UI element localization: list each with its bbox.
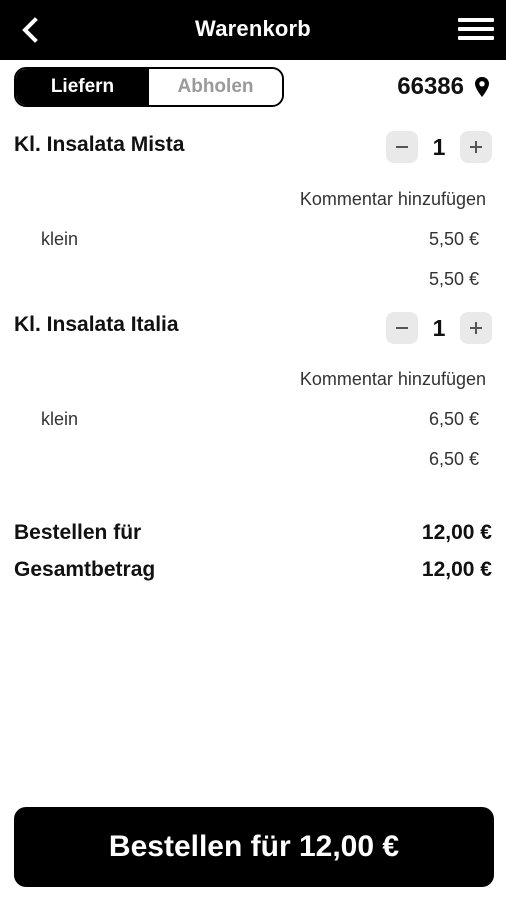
total-label: Gesamtbetrag [14,558,156,581]
total-value: 12,00 € [421,558,492,581]
item-total: 5,50 € [428,269,479,289]
page-title: Warenkorb [195,16,311,41]
quantity-value: 1 [432,314,446,341]
variant-price: 6,50 € [428,409,479,429]
zip-code: 66386 [397,73,464,100]
tab-liefern[interactable]: Liefern [16,69,149,105]
variant-label: klein [41,409,79,429]
minus-icon [396,146,408,148]
cart-item-name: Kl. Insalata Mista [14,133,185,156]
location-pin-icon [475,77,489,97]
order-for-label: Bestellen für [14,521,142,544]
add-comment-link[interactable]: Kommentar hinzufügen [300,189,486,210]
quantity-value: 1 [432,133,446,160]
item-total: 6,50 € [428,449,479,469]
increase-quantity-button[interactable] [460,131,492,163]
variant-label: klein [41,229,79,249]
decrease-quantity-button[interactable] [386,312,418,344]
minus-icon [396,327,408,329]
add-comment-link[interactable]: Kommentar hinzufügen [300,369,486,390]
delivery-mode-toggle: Liefern Abholen [14,67,284,107]
place-order-button[interactable]: Bestellen für 12,00 € [14,807,494,887]
quantity-stepper: 1 [386,312,492,344]
order-for-value: 12,00 € [421,521,492,544]
tab-abholen[interactable]: Abholen [149,69,282,105]
plus-icon [470,322,482,334]
zip-code-selector[interactable]: 66386 [397,72,490,102]
cart-item-name: Kl. Insalata Italia [14,313,179,336]
top-bar: Warenkorb [0,0,506,60]
increase-quantity-button[interactable] [460,312,492,344]
variant-price: 5,50 € [428,229,479,249]
menu-button[interactable] [456,14,496,46]
plus-icon [470,141,482,153]
decrease-quantity-button[interactable] [386,131,418,163]
quantity-stepper: 1 [386,131,492,163]
hamburger-menu-icon [458,18,494,22]
